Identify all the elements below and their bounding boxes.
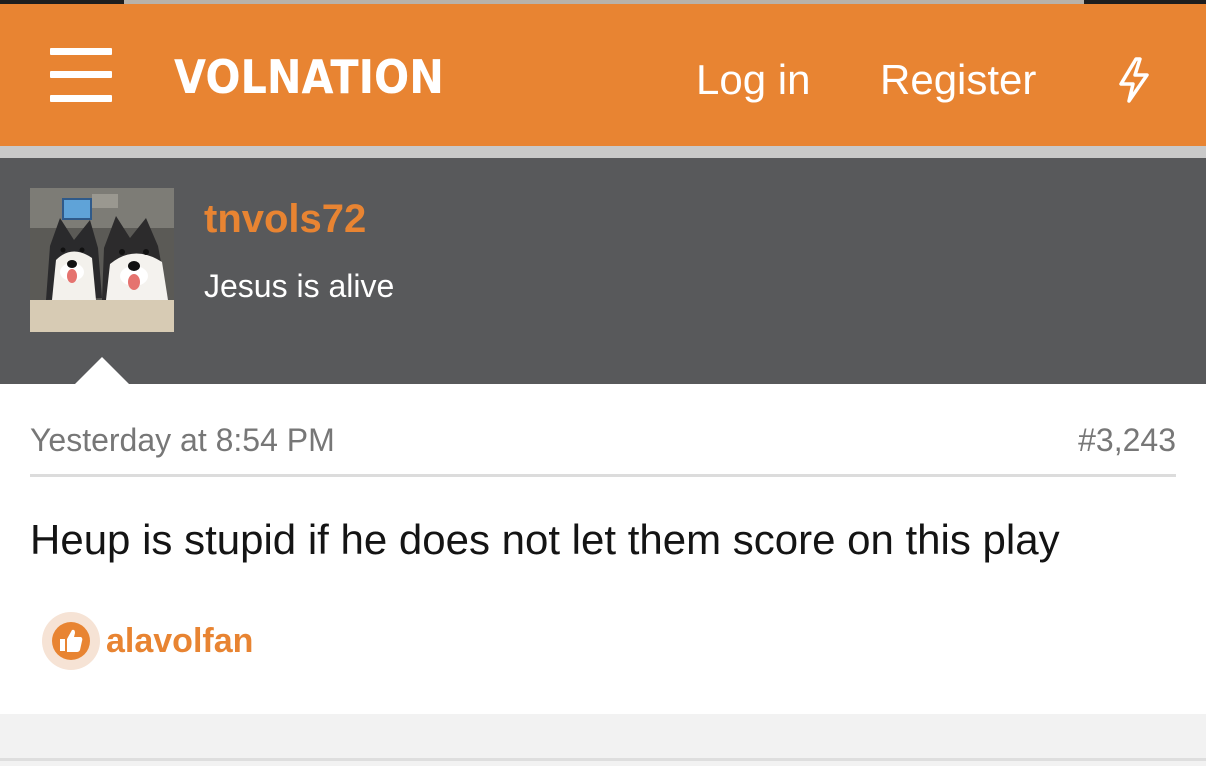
liker-name[interactable]: alavolfan — [106, 621, 253, 661]
post-author-username[interactable]: tnvols72 — [204, 194, 366, 244]
post-date[interactable]: Yesterday at 8:54 PM — [30, 420, 335, 460]
register-link[interactable]: Register — [880, 50, 1036, 110]
post-number[interactable]: #3,243 — [1078, 420, 1176, 460]
message-arrow — [74, 357, 130, 385]
post-message: Yesterday at 8:54 PM #3,243 Heup is stup… — [0, 384, 1206, 714]
likes-bar: alavolfan — [42, 612, 253, 670]
user-title: Jesus is alive — [204, 268, 395, 304]
thumbs-up-icon — [42, 612, 100, 670]
hamburger-menu-icon[interactable] — [50, 48, 112, 102]
post-author-panel: tnvols72 Jesus is alive — [0, 158, 1206, 384]
site-logo[interactable]: VOLNATION — [174, 42, 444, 112]
site-header: VOLNATION Log in Register — [0, 4, 1206, 146]
post-divider — [30, 474, 1176, 477]
login-link[interactable]: Log in — [696, 50, 810, 110]
post-separator — [0, 758, 1206, 761]
post-body: Heup is stupid if he does not let them s… — [30, 516, 1060, 563]
avatar-dogs-image — [30, 188, 174, 332]
lightning-bolt-icon[interactable] — [1114, 56, 1154, 104]
user-avatar[interactable] — [30, 188, 174, 332]
header-shadow — [0, 146, 1206, 158]
